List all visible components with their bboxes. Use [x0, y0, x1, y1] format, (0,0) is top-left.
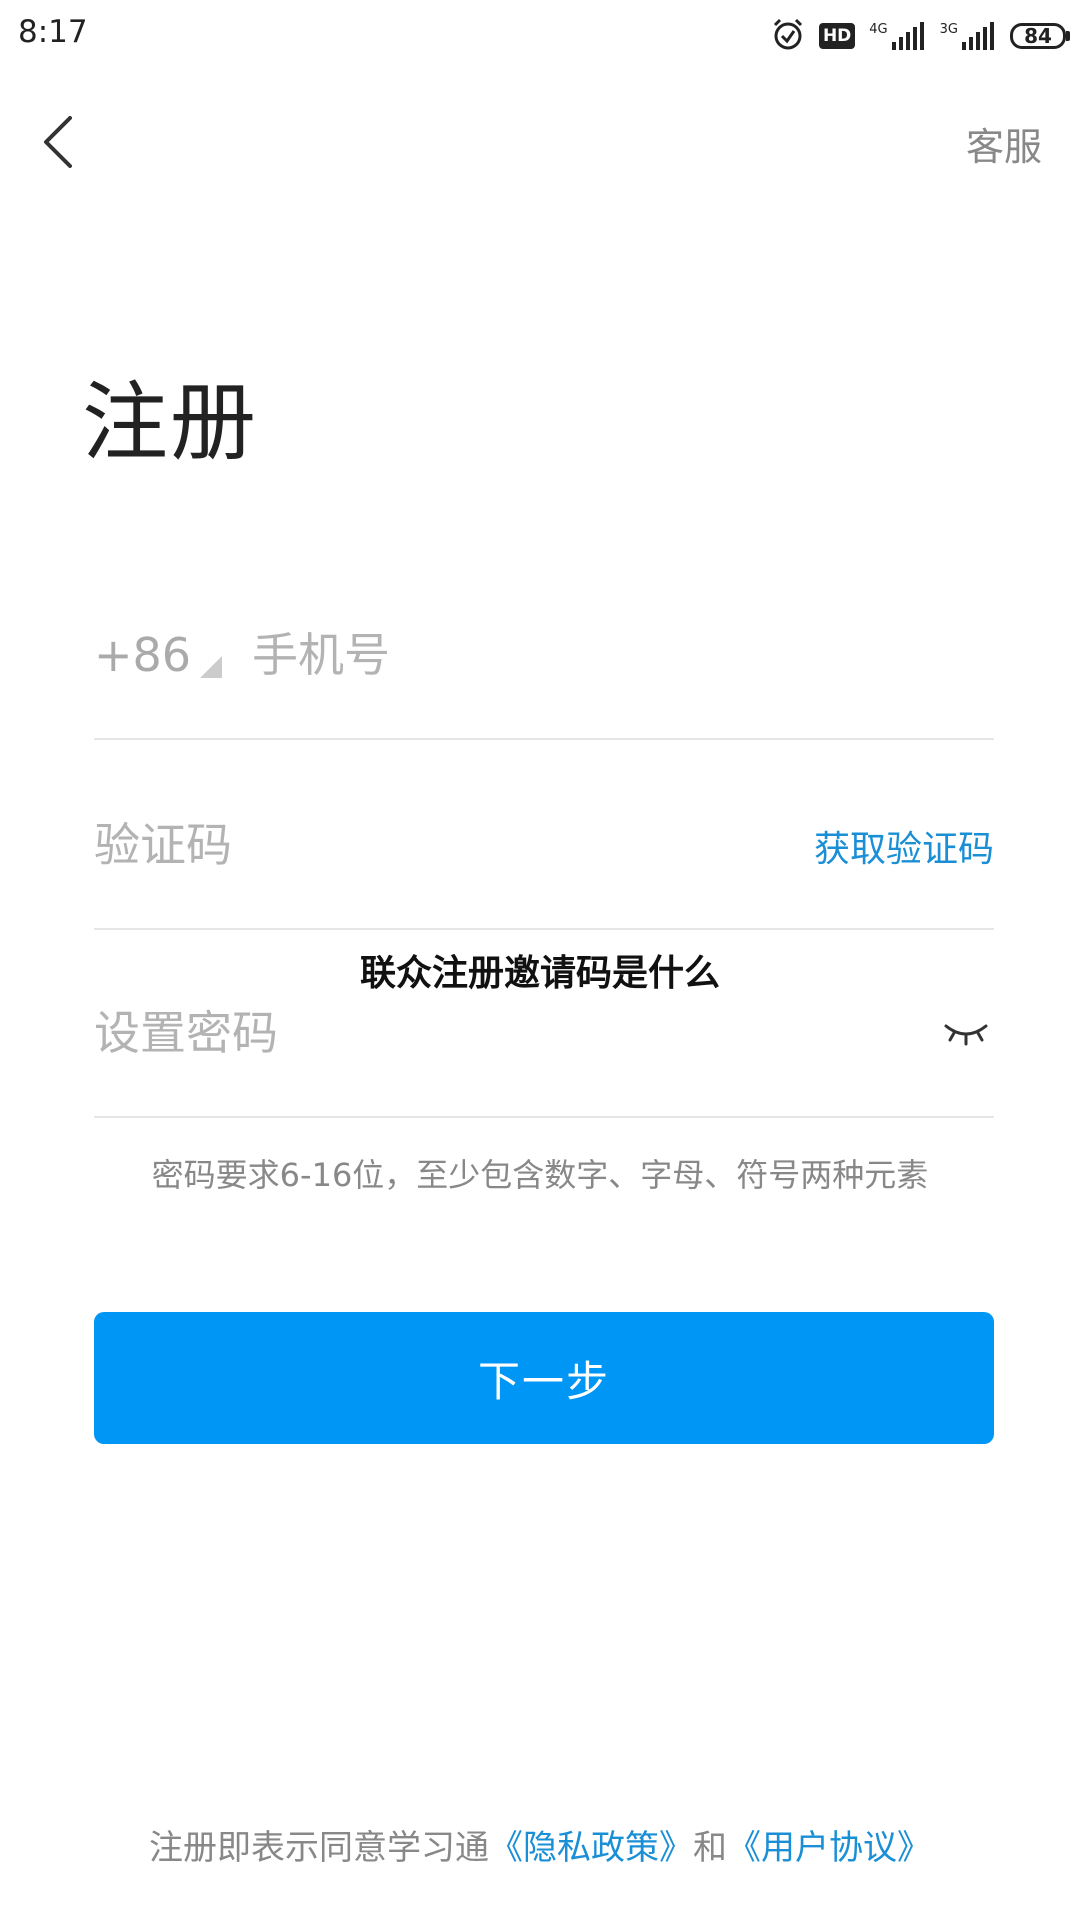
- password-input[interactable]: [94, 998, 834, 1068]
- alarm-icon: [771, 17, 805, 55]
- verification-code-field: 获取验证码: [94, 780, 994, 930]
- agreement-prefix: 注册即表示同意学习通: [149, 1828, 489, 1868]
- register-screen: 8:17 HD 4G 3G 84 客服 注册 +86 手机号 验证码 获取验证码…: [0, 0, 1080, 1920]
- battery-tip: [1066, 31, 1070, 41]
- battery-level: 84: [1010, 23, 1066, 49]
- signal-bars-icon: [891, 22, 924, 50]
- page-title: 注册: [82, 373, 258, 473]
- privacy-policy-link[interactable]: 《隐私政策》: [489, 1828, 693, 1868]
- status-time: 8:17: [18, 14, 88, 50]
- customer-service-button[interactable]: 客服: [966, 116, 1042, 171]
- agreement-conjunction: 和: [693, 1828, 727, 1868]
- battery-icon: 84: [1010, 23, 1070, 49]
- overlay-caption: 联众注册邀请码是什么: [359, 953, 720, 994]
- eye-closed-icon[interactable]: [942, 1014, 990, 1050]
- get-code-button[interactable]: 获取验证码: [814, 820, 994, 872]
- country-code-selector[interactable]: +86: [94, 628, 191, 682]
- signal-bars-icon: [962, 22, 994, 50]
- verification-code-input[interactable]: [94, 810, 614, 880]
- phone-input[interactable]: [252, 620, 952, 690]
- status-bar: 8:17 HD 4G 3G 84: [0, 0, 1080, 70]
- status-icons: HD 4G 3G 84: [771, 14, 1070, 58]
- next-step-button[interactable]: 下一步: [94, 1312, 994, 1444]
- agreement-footer: 注册即表示同意学习通《隐私政策》和《用户协议》: [0, 1820, 1080, 1869]
- network-type-3g: 3G: [939, 22, 958, 37]
- user-agreement-link[interactable]: 《用户协议》: [727, 1828, 931, 1868]
- signal-4g: 4G: [869, 22, 925, 50]
- network-type-4g: 4G: [869, 22, 888, 37]
- signal-3g: 3G: [940, 22, 996, 50]
- phone-field: +86: [94, 590, 994, 740]
- hd-badge: HD: [818, 23, 856, 49]
- back-button[interactable]: [36, 112, 80, 172]
- chevron-left-icon: [44, 116, 72, 168]
- password-hint: 密码要求6-16位，至少包含数字、字母、符号两种元素: [151, 1156, 929, 1194]
- country-dropdown-icon[interactable]: [200, 656, 222, 678]
